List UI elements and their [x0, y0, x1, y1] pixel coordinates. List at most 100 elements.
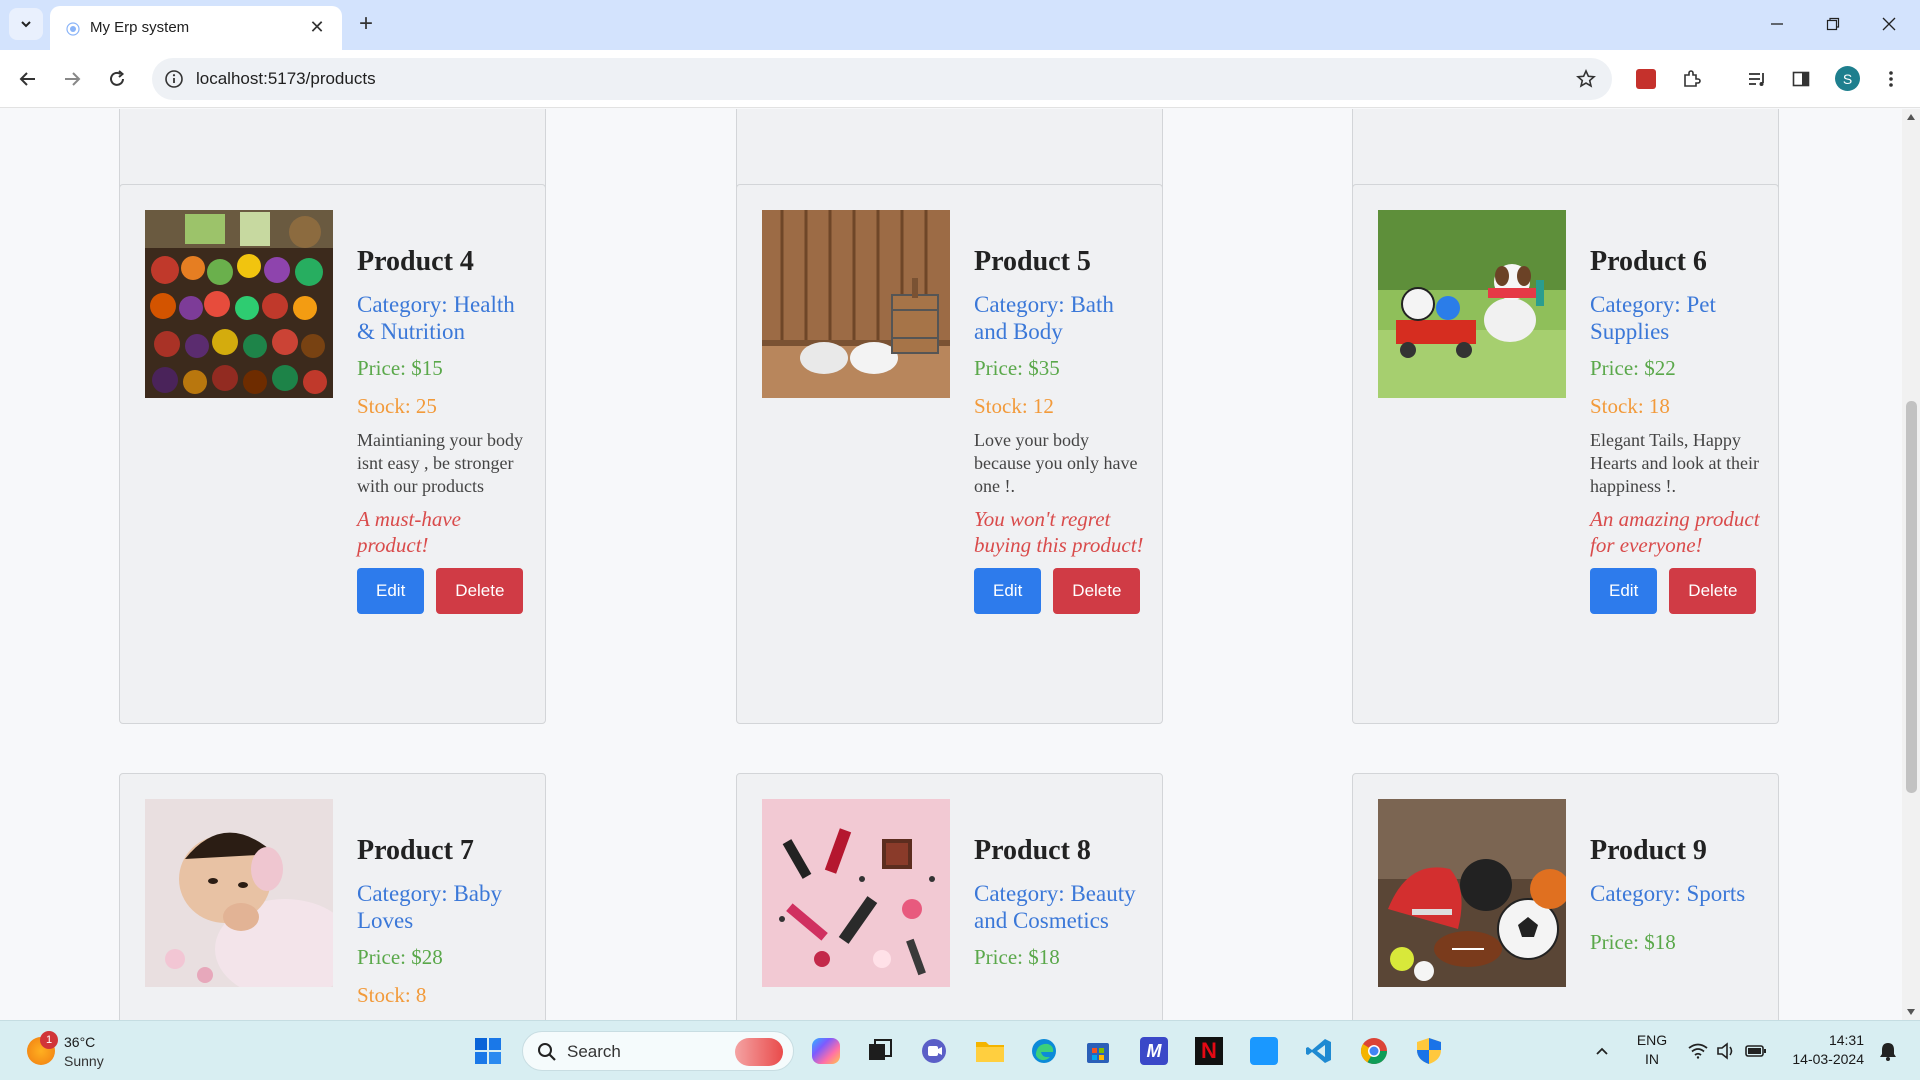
- product-price: Price: $15: [357, 356, 443, 380]
- delete-button[interactable]: Delete: [1669, 568, 1757, 614]
- tab-title: My Erp system: [90, 19, 190, 36]
- edit-button[interactable]: Edit: [357, 568, 425, 614]
- product-price: Price: $18: [1590, 930, 1676, 954]
- minimize-window-button[interactable]: [1754, 8, 1800, 40]
- extensions-puzzle-icon[interactable]: [1677, 65, 1705, 93]
- edit-button[interactable]: Edit: [1590, 568, 1658, 614]
- back-button[interactable]: [12, 63, 44, 95]
- product-image: [145, 799, 333, 987]
- taskbar-search[interactable]: Search: [522, 1031, 794, 1071]
- restore-window-button[interactable]: [1810, 8, 1856, 40]
- file-explorer-icon[interactable]: [972, 1033, 1008, 1069]
- media-controls-icon[interactable]: [1743, 65, 1771, 93]
- puzzle-icon: [1684, 70, 1701, 87]
- product-info: Product 9 Category: Sports Price: $18: [1590, 834, 1760, 967]
- address-bar[interactable]: localhost:5173/products: [152, 58, 1612, 100]
- notification-badge: 1: [40, 1031, 58, 1049]
- browser-tab-active[interactable]: My Erp system ✕: [50, 6, 342, 50]
- teams-chat-icon[interactable]: [916, 1033, 952, 1069]
- close-tab-icon[interactable]: ✕: [306, 16, 328, 38]
- extension-red-icon[interactable]: [1632, 65, 1660, 93]
- weather-temperature: 36°C: [64, 1034, 96, 1050]
- chevron-down-icon: [21, 21, 31, 28]
- vscode-icon[interactable]: [1301, 1033, 1337, 1069]
- reload-button[interactable]: [101, 63, 133, 95]
- scrollbar-thumb[interactable]: [1906, 401, 1917, 793]
- favicon-icon: [66, 22, 80, 36]
- baby-image: [145, 799, 333, 987]
- edit-button[interactable]: Edit: [974, 568, 1042, 614]
- product-actions: Edit Delete: [1590, 568, 1760, 614]
- app-m-icon[interactable]: M: [1136, 1033, 1172, 1069]
- clock-time: 14:31: [1828, 1032, 1864, 1048]
- cosmetics-image: [762, 799, 950, 987]
- product-stock: Stock: 8: [357, 983, 427, 1007]
- product-card: Product 4 Category: Health & Nutrition P…: [119, 184, 546, 724]
- language-indicator[interactable]: ENG IN: [1634, 1031, 1670, 1069]
- edge-browser-icon[interactable]: [1026, 1033, 1062, 1069]
- product-price: Price: $18: [974, 945, 1060, 969]
- product-card: Product 6 Category: Pet Supplies Price: …: [1352, 184, 1779, 724]
- microsoft-store-icon[interactable]: [1080, 1033, 1116, 1069]
- product-tagline: An amazing product for everyone!: [1590, 507, 1760, 557]
- minimize-icon: [1771, 23, 1783, 25]
- page-scrollbar[interactable]: [1902, 109, 1920, 1020]
- playlist-icon: [1749, 73, 1764, 86]
- product-info: Product 4 Category: Health & Nutrition P…: [357, 245, 527, 614]
- product-image: [145, 210, 333, 398]
- product-name: Product 6: [1590, 246, 1707, 277]
- product-description: Elegant Tails, Happy Hearts and look at …: [1590, 430, 1759, 496]
- url-text[interactable]: localhost:5173/products: [196, 69, 376, 89]
- product-info: Product 6 Category: Pet Supplies Price: …: [1590, 245, 1760, 614]
- system-clock[interactable]: 14:31 14-03-2024: [1788, 1031, 1864, 1069]
- profile-avatar[interactable]: S: [1835, 66, 1860, 91]
- restore-icon: [1826, 17, 1840, 31]
- delete-button[interactable]: Delete: [436, 568, 524, 614]
- tab-search-button[interactable]: [9, 8, 43, 40]
- battery-icon[interactable]: [1738, 1033, 1774, 1069]
- product-category: Category: Pet Supplies: [1590, 292, 1716, 344]
- side-panel-icon[interactable]: [1787, 65, 1815, 93]
- clock-date: 14-03-2024: [1792, 1051, 1864, 1067]
- close-window-button[interactable]: [1866, 8, 1912, 40]
- netflix-icon[interactable]: N: [1191, 1033, 1227, 1069]
- product-category: Category: Bath and Body: [974, 292, 1114, 344]
- prime-video-icon[interactable]: [1246, 1033, 1282, 1069]
- scroll-down-icon[interactable]: [1907, 1009, 1915, 1015]
- product-category: Category: Sports: [1590, 881, 1746, 906]
- product-info: Product 5 Category: Bath and Body Price:…: [974, 245, 1144, 614]
- site-info-icon[interactable]: [164, 69, 184, 89]
- product-name: Product 4: [357, 246, 474, 277]
- notifications-bell-icon[interactable]: [1870, 1033, 1906, 1069]
- show-hidden-icons-chevron-up-icon[interactable]: [1584, 1033, 1620, 1069]
- product-image: [1378, 210, 1566, 398]
- security-shield-icon[interactable]: [1411, 1033, 1447, 1069]
- sports-balls-image: [1378, 799, 1566, 987]
- product-name: Product 7: [357, 835, 474, 866]
- arrow-left-icon: [19, 72, 35, 86]
- scroll-up-icon[interactable]: [1907, 114, 1915, 120]
- start-button[interactable]: [470, 1033, 506, 1069]
- vegetables-market-image: [145, 210, 333, 398]
- chrome-icon[interactable]: [1356, 1033, 1392, 1069]
- product-info: Product 8 Category: Beauty and Cosmetics…: [974, 834, 1144, 982]
- product-card: Product 9 Category: Sports Price: $18: [1352, 773, 1779, 1020]
- product-tagline: You won't regret buying this product!: [974, 507, 1144, 557]
- forward-button[interactable]: [56, 63, 88, 95]
- weather-condition: Sunny: [64, 1053, 104, 1069]
- dog-toys-image: [1378, 210, 1566, 398]
- close-icon: [1882, 17, 1896, 31]
- search-label: Search: [567, 1042, 621, 1061]
- product-stock: Stock: 18: [1590, 394, 1670, 418]
- browser-menu-icon[interactable]: [1877, 65, 1905, 93]
- product-stock: Stock: 12: [974, 394, 1054, 418]
- delete-button[interactable]: Delete: [1053, 568, 1141, 614]
- new-tab-button[interactable]: +: [352, 10, 380, 38]
- bookmark-star-icon[interactable]: [1574, 67, 1598, 91]
- product-category: Category: Baby Loves: [357, 881, 502, 933]
- copilot-icon[interactable]: [808, 1033, 844, 1069]
- task-view-icon[interactable]: [862, 1033, 898, 1069]
- arrow-right-icon: [65, 72, 81, 86]
- product-name: Product 5: [974, 246, 1091, 277]
- product-name: Product 9: [1590, 835, 1707, 866]
